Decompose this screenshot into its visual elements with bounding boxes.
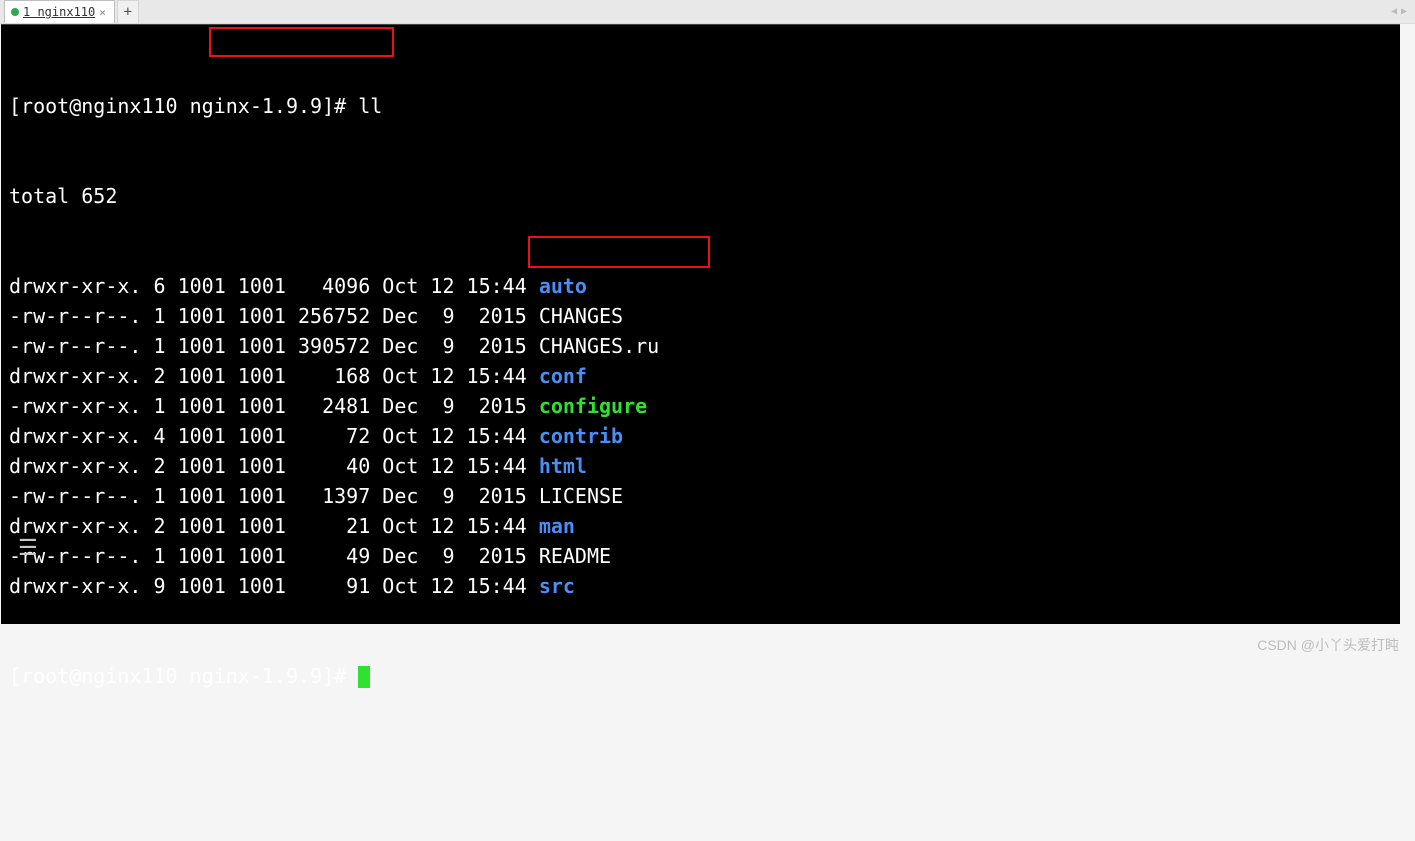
prompt-suffix: ]# <box>322 94 358 118</box>
file-meta: drwxr-xr-x. 2 1001 1001 168 Oct 12 15:44 <box>9 364 539 388</box>
list-row: -rw-r--r--. 1 1001 1001 390572 Dec 9 201… <box>9 331 1392 361</box>
file-name: html <box>539 454 587 478</box>
file-meta: drwxr-xr-x. 4 1001 1001 72 Oct 12 15:44 <box>9 424 539 448</box>
tab-prev-icon[interactable]: ◀ <box>1391 6 1397 17</box>
add-tab-button[interactable]: + <box>117 0 139 23</box>
file-meta: -rw-r--r--. 1 1001 1001 49 Dec 9 2015 <box>9 544 539 568</box>
file-meta: -rw-r--r--. 1 1001 1001 1397 Dec 9 2015 <box>9 484 539 508</box>
file-name: conf <box>539 364 587 388</box>
status-dot-icon <box>11 8 19 16</box>
list-row: -rw-r--r--. 1 1001 1001 49 Dec 9 2015 RE… <box>9 541 1392 571</box>
terminal-tab[interactable]: 1 nginx110 × <box>4 0 115 23</box>
tab-next-icon[interactable]: ▶ <box>1401 6 1407 17</box>
file-name: contrib <box>539 424 623 448</box>
prompt-cwd: nginx-1.9.9 <box>178 94 323 118</box>
prompt-user-host: [root@nginx110 <box>9 94 178 118</box>
cursor <box>358 666 370 688</box>
list-row: drwxr-xr-x. 2 1001 1001 168 Oct 12 15:44… <box>9 361 1392 391</box>
file-name: CHANGES <box>539 304 623 328</box>
file-name: auto <box>539 274 587 298</box>
total-line: total 652 <box>9 181 1392 211</box>
file-meta: -rwxr-xr-x. 1 1001 1001 2481 Dec 9 2015 <box>9 394 539 418</box>
prompt-line-2: [root@nginx110 nginx-1.9.9]# <box>9 661 1392 691</box>
file-meta: drwxr-xr-x. 6 1001 1001 4096 Oct 12 15:4… <box>9 274 539 298</box>
annotation-box-configure <box>528 236 710 268</box>
file-name: src <box>539 574 575 598</box>
file-name: man <box>539 514 575 538</box>
tab-label: 1 nginx110 <box>23 5 95 19</box>
list-row: drwxr-xr-x. 6 1001 1001 4096 Oct 12 15:4… <box>9 271 1392 301</box>
list-row: -rw-r--r--. 1 1001 1001 1397 Dec 9 2015 … <box>9 481 1392 511</box>
list-row: -rw-r--r--. 1 1001 1001 256752 Dec 9 201… <box>9 301 1392 331</box>
file-listing: drwxr-xr-x. 6 1001 1001 4096 Oct 12 15:4… <box>9 271 1392 601</box>
command-text: ll <box>358 94 382 118</box>
prompt2-text: [root@nginx110 nginx-1.9.9]# <box>9 664 358 688</box>
terminal[interactable]: [root@nginx110 nginx-1.9.9]# ll total 65… <box>1 24 1400 624</box>
file-name: configure <box>539 394 647 418</box>
file-meta: -rw-r--r--. 1 1001 1001 390572 Dec 9 201… <box>9 334 539 358</box>
list-row: drwxr-xr-x. 4 1001 1001 72 Oct 12 15:44 … <box>9 421 1392 451</box>
list-row: drwxr-xr-x. 2 1001 1001 40 Oct 12 15:44 … <box>9 451 1392 481</box>
prompt-line: [root@nginx110 nginx-1.9.9]# ll <box>9 91 1392 121</box>
file-name: README <box>539 544 611 568</box>
list-row: -rwxr-xr-x. 1 1001 1001 2481 Dec 9 2015 … <box>9 391 1392 421</box>
file-meta: drwxr-xr-x. 2 1001 1001 40 Oct 12 15:44 <box>9 454 539 478</box>
close-icon[interactable]: × <box>99 6 106 19</box>
file-meta: drwxr-xr-x. 9 1001 1001 91 Oct 12 15:44 <box>9 574 539 598</box>
annotation-box-cwd <box>209 27 394 57</box>
file-name: LICENSE <box>539 484 623 508</box>
watermark: CSDN @小丫头爱打盹 <box>1257 635 1399 655</box>
list-row: drwxr-xr-x. 9 1001 1001 91 Oct 12 15:44 … <box>9 571 1392 601</box>
tab-nav: ◀ ▶ <box>1391 0 1407 23</box>
list-row: drwxr-xr-x. 2 1001 1001 21 Oct 12 15:44 … <box>9 511 1392 541</box>
file-meta: drwxr-xr-x. 2 1001 1001 21 Oct 12 15:44 <box>9 514 539 538</box>
file-name: CHANGES.ru <box>539 334 659 358</box>
file-meta: -rw-r--r--. 1 1001 1001 256752 Dec 9 201… <box>9 304 539 328</box>
tab-bar: 1 nginx110 × + ◀ ▶ <box>0 0 1415 24</box>
